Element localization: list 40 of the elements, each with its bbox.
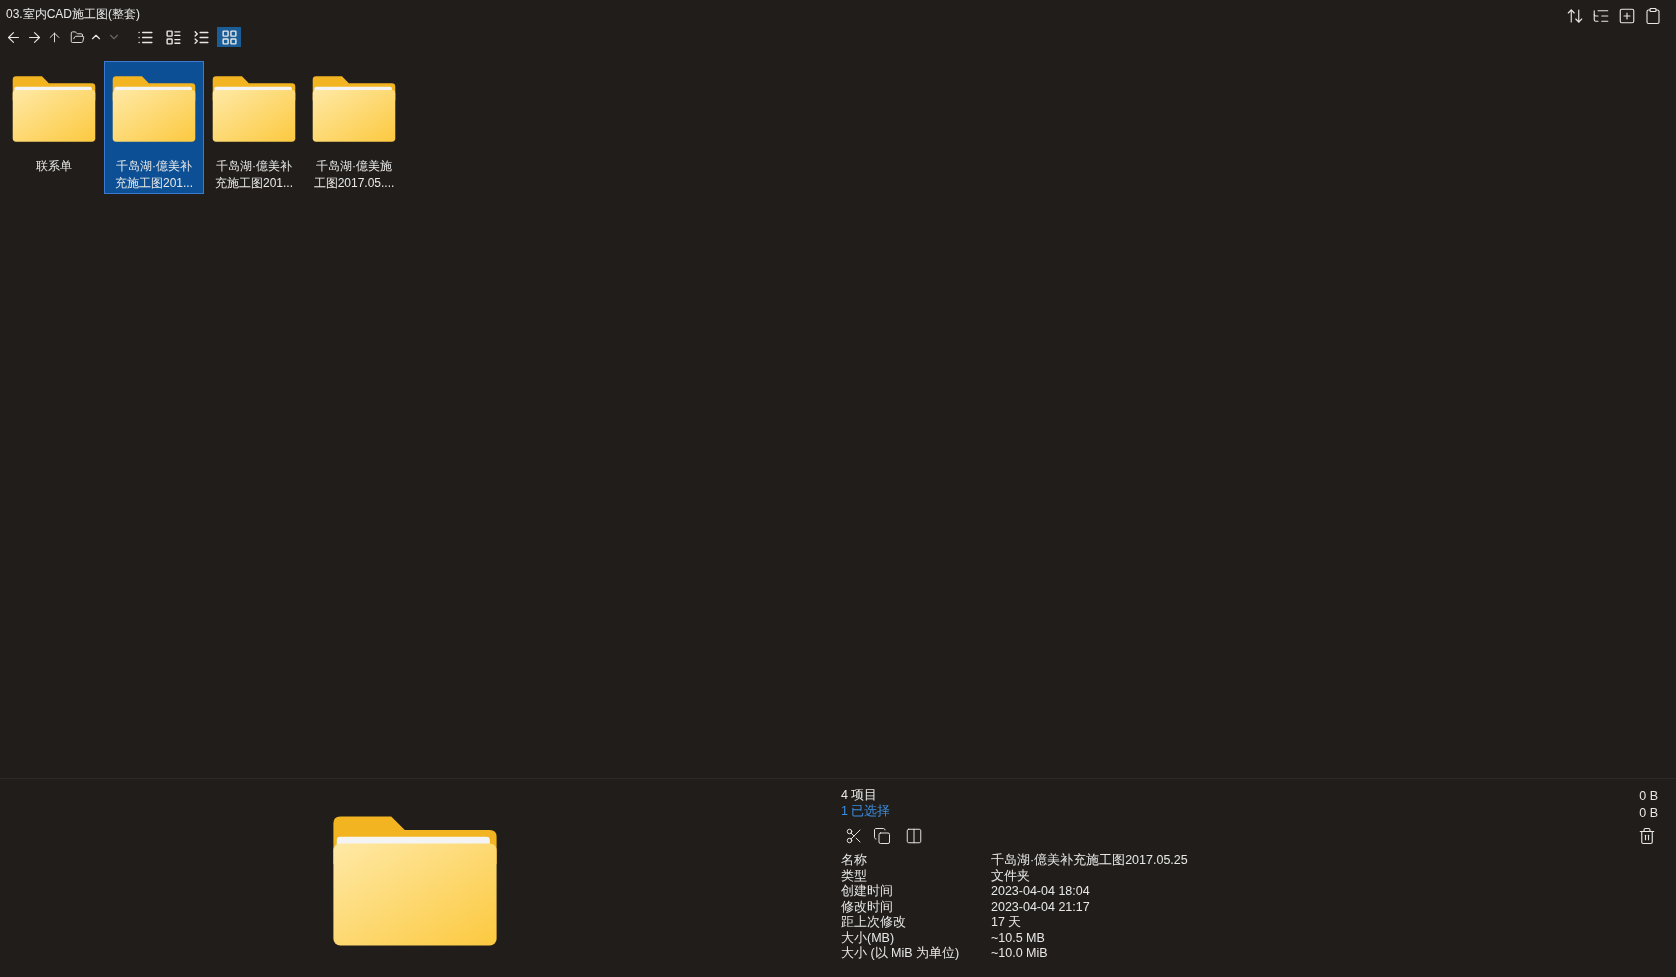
property-value: ~10.0 MiB: [991, 946, 1048, 962]
size-label: 0 B: [1639, 805, 1658, 822]
window-title: 03.室内CAD施工图(整套): [5, 6, 141, 22]
property-value: 17 天: [991, 915, 1022, 931]
sort-icon[interactable]: [1566, 7, 1584, 25]
folder-name: 千岛湖·億美补充施工图201...: [214, 158, 294, 192]
up-icon[interactable]: [47, 29, 62, 45]
folder-name: 千岛湖·億美施工图2017.05....: [312, 158, 396, 192]
add-icon[interactable]: [1618, 7, 1636, 25]
delete-icon[interactable]: [1638, 827, 1656, 845]
folder-name: 联系单: [35, 158, 73, 175]
property-label: 大小(MB): [841, 930, 896, 946]
property-label: 名称: [841, 853, 868, 869]
folder-icon: [111, 74, 197, 144]
item-count: 4 项目: [841, 788, 879, 804]
folder-icon[interactable]: [70, 29, 85, 45]
list-icon[interactable]: [1592, 7, 1610, 25]
property-value: 2023-04-04 21:17: [991, 899, 1090, 915]
folder-icon: [311, 74, 397, 144]
size-label: 0 B: [1639, 788, 1658, 805]
folder-item[interactable]: 千岛湖·億美补充施工图201...: [104, 61, 204, 194]
property-label: 修改时间: [841, 899, 894, 915]
property-label: 大小 (以 MiB 为单位): [841, 946, 961, 962]
selected-count: 1 已选择: [841, 803, 892, 819]
clipboard-icon[interactable]: [1644, 7, 1662, 25]
property-label: 创建时间: [841, 884, 894, 900]
folder-icon: [11, 74, 97, 144]
folder-item[interactable]: 千岛湖·億美施工图2017.05....: [304, 61, 404, 194]
folder-name: 千岛湖·億美补充施工图201...: [114, 158, 194, 192]
folder-icon: [211, 74, 297, 144]
folder-item[interactable]: 千岛湖·億美补充施工图201...: [204, 61, 304, 194]
cut-icon[interactable]: [845, 827, 863, 845]
property-value: 文件夹: [991, 868, 1030, 884]
property-value: 千岛湖·億美补充施工图2017.05.25: [991, 853, 1188, 869]
property-value: 2023-04-04 18:04: [991, 884, 1090, 900]
property-label: 类型: [841, 868, 868, 884]
folder-item[interactable]: 联系单: [4, 61, 104, 194]
property-label: 距上次修改: [841, 915, 907, 931]
property-value: ~10.5 MB: [991, 930, 1045, 946]
copy-icon[interactable]: [873, 827, 891, 845]
